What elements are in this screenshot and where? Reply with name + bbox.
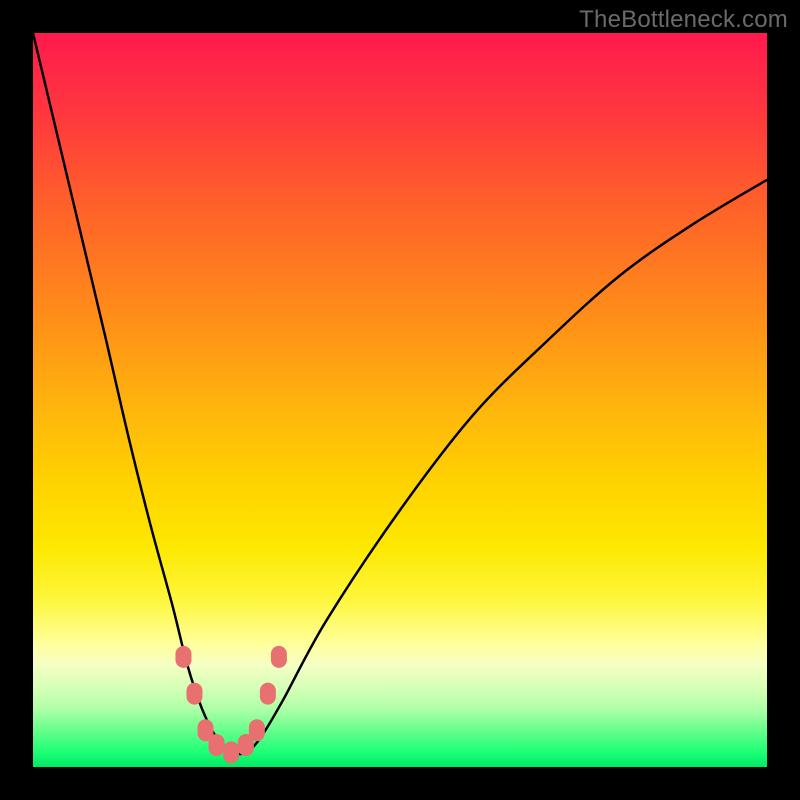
curve-marker (175, 646, 191, 668)
marker-layer (175, 646, 286, 763)
curve-marker (186, 683, 202, 705)
chart-frame: TheBottleneck.com (0, 0, 800, 800)
plot-area (33, 33, 767, 767)
curve-marker (260, 683, 276, 705)
curve-marker (271, 646, 287, 668)
curve-marker (249, 719, 265, 741)
curve-marker (209, 734, 225, 756)
bottleneck-curve-path (33, 33, 767, 754)
curve-svg (33, 33, 767, 767)
watermark-text: TheBottleneck.com (579, 6, 788, 34)
curve-marker (223, 741, 239, 763)
